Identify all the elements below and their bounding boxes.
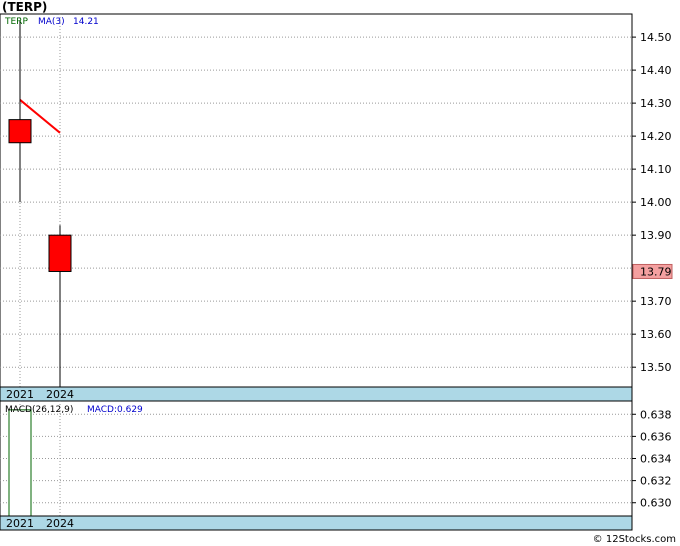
price-date-band (0, 386, 633, 402)
price-tick-label: 13.60 (640, 328, 672, 341)
macd-date-label: 2024 (46, 517, 74, 530)
legend-macd-label: MACD(26,12,9) (5, 405, 73, 415)
macd-panel: 0.6300.6320.6340.6360.638 MACD(26,12,9) … (0, 400, 672, 531)
price-axis: 13.5013.6013.7013.8013.9014.0014.1014.20… (632, 31, 672, 374)
price-tick-label: 14.50 (640, 31, 672, 44)
last-price-marker: 13.79 (632, 263, 673, 279)
macd-date-band (0, 515, 633, 531)
macd-bar (8, 409, 32, 517)
macd-tick-label: 0.630 (640, 497, 672, 510)
price-tick-label: 13.90 (640, 229, 672, 242)
price-panel: 13.5013.6013.7013.8013.9014.0014.1014.20… (0, 13, 673, 402)
last-price-label: 13.79 (640, 265, 672, 278)
price-tick-label: 14.10 (640, 163, 672, 176)
copyright-footer: © 12Stocks.com (592, 534, 676, 545)
candle-body (48, 234, 72, 272)
price-legend: TERP MA(3) 14.21 (4, 17, 99, 27)
stock-chart: 13.5013.6013.7013.8013.9014.0014.1014.20… (0, 13, 673, 531)
price-tick-label: 14.30 (640, 97, 672, 110)
legend-ma-value: 14.21 (73, 17, 99, 27)
price-tick-label: 13.50 (640, 361, 672, 374)
macd-date-label: 2021 (6, 517, 34, 530)
legend-ticker: TERP (4, 17, 28, 27)
legend-ma-label: MA(3) (38, 17, 65, 27)
macd-tick-label: 0.634 (640, 453, 672, 466)
macd-tick-label: 0.636 (640, 430, 672, 443)
price-tick-label: 14.20 (640, 130, 672, 143)
price-date-label: 2021 (6, 388, 34, 401)
macd-histogram (8, 409, 32, 517)
macd-tick-label: 0.638 (640, 408, 672, 421)
candle-body (8, 119, 32, 144)
price-tick-label: 14.00 (640, 196, 672, 209)
price-date-label: 2024 (46, 388, 74, 401)
price-tick-label: 13.70 (640, 295, 672, 308)
macd-axis: 0.630 0.632 0.634 0.636 0.638 (632, 408, 672, 510)
price-tick-label: 14.40 (640, 64, 672, 77)
macd-tick-label: 0.632 (640, 475, 672, 488)
legend-macd-value: MACD:0.629 (87, 405, 143, 415)
